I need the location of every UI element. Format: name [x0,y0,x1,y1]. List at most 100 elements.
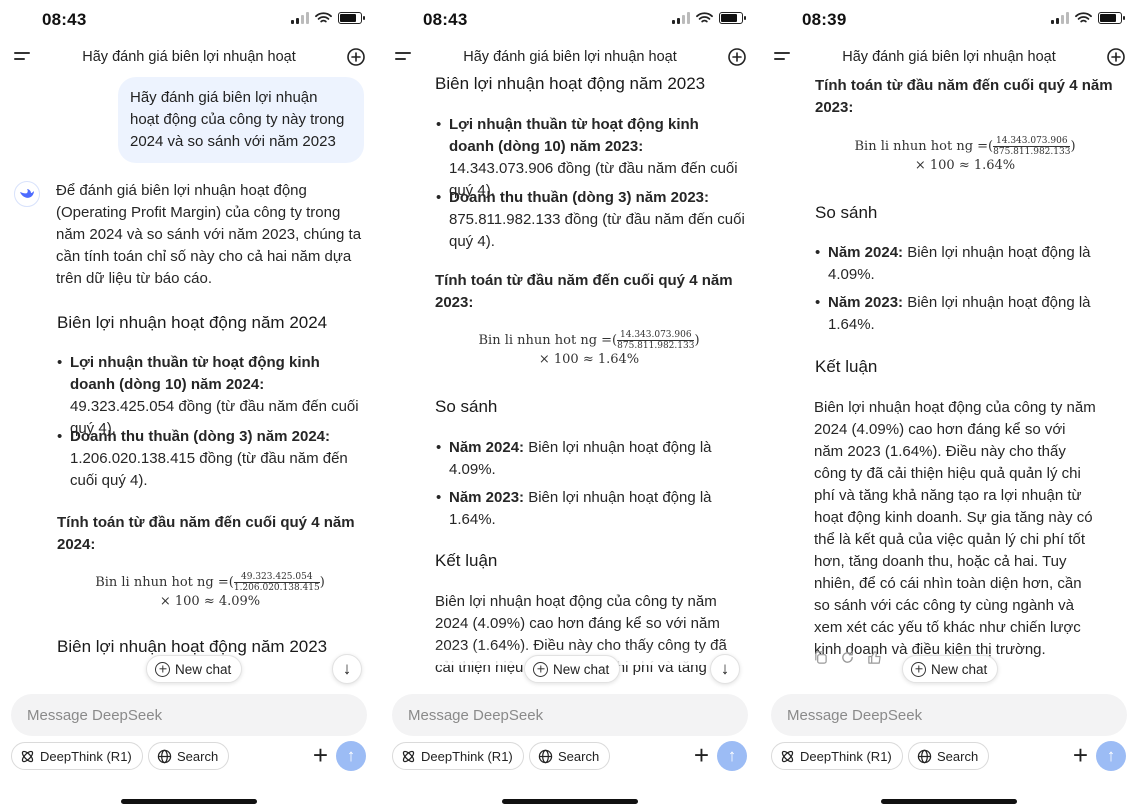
heading-2023: Biên lợi nhuận hoạt động năm 2023 [435,74,706,93]
deepseek-logo-icon [14,181,40,207]
phone-screen-2: 08:43 Hãy đánh giá biên lợi nhuận hoạt B… [381,0,759,804]
new-chat-button[interactable]: New chat [902,655,999,683]
plus-circle-icon [155,661,170,677]
phone-screen-1: 08:43 Hãy đánh giá biên lợi nhuận hoạt H… [0,0,378,804]
bullet-revenue-2023: • Doanh thu thuần (dòng 3) năm 2023: 875.… [436,189,745,250]
chat-content: Tính toán từ đầu năm đến cuối quý 4 năm … [760,72,1138,689]
chat-title: Hãy đánh giá biên lợi nhuận hoạt [463,49,677,65]
deepthink-label: DeepThink (R1) [800,748,892,764]
status-bar: 08:43 [381,8,759,32]
search-label: Search [558,748,600,764]
assistant-intro-text: Để đánh giá biên lợi nhuận hoạt động (Op… [56,182,362,287]
status-bar: 08:39 [760,8,1138,32]
message-input[interactable]: Message DeepSeek [392,694,748,736]
formula-label: Bin li nhun hot ng [95,575,214,590]
send-button[interactable]: ↑ [717,741,747,771]
status-icons [672,12,746,24]
heading-conclusion: Kết luận [435,551,498,570]
wifi-icon [315,12,332,23]
search-button[interactable]: Search [529,742,611,770]
new-chat-label: New chat [931,661,988,677]
formula-2023: Bin li nhun hot ng =(14.343.073.906 875.8… [815,136,1115,174]
status-time: 08:43 [42,10,87,29]
heading-compare: So sánh [815,203,878,222]
atom-icon [21,750,34,762]
menu-icon[interactable] [395,52,411,64]
bullet-value: 875.811.982.133 đồng (từ đầu năm đến cuố… [449,211,745,250]
new-chat-icon[interactable] [346,47,366,67]
formula-numerator: 14.343.073.906 [617,330,695,341]
globe-icon [157,749,172,763]
scroll-down-button[interactable]: ↓ [332,654,362,684]
message-input[interactable]: Message DeepSeek [11,694,367,736]
message-input[interactable]: Message DeepSeek [771,694,1127,736]
new-chat-button[interactable]: New chat [524,655,621,683]
status-icons [291,12,365,24]
new-chat-icon[interactable] [727,47,747,67]
menu-icon[interactable] [14,52,30,64]
composer-toolbar: DeepThink (R1) Search + ↑ [771,740,1126,772]
deepthink-button[interactable]: DeepThink (R1) [771,742,903,770]
heading-conclusion: Kết luận [815,357,878,376]
home-indicator [121,799,257,804]
battery-icon [719,12,746,24]
plus-circle-icon [533,661,548,677]
formula-label: Bin li nhun hot ng [478,333,598,348]
formula-label: Bin li nhun hot ng [854,139,974,154]
signal-icon [291,12,309,24]
search-button[interactable]: Search [148,742,230,770]
attach-plus-button[interactable]: + [694,742,709,768]
formula-denominator: 875.811.982.133 [617,341,695,351]
deepthink-label: DeepThink (R1) [421,748,513,764]
formula-result: × 100 ≈ 4.09% [159,594,261,609]
search-label: Search [937,748,979,764]
battery-icon [1098,12,1125,24]
deepthink-button[interactable]: DeepThink (R1) [392,742,524,770]
thumbs-up-icon[interactable] [866,649,883,666]
formula-2024: Bin li nhun hot ng =(49.323.425.054 1.206… [60,572,360,610]
send-button[interactable]: ↑ [1096,741,1126,771]
new-chat-button[interactable]: New chat [146,655,243,683]
calc-heading-2023: Tính toán từ đầu năm đến cuối quý 4 năm … [435,272,733,311]
new-chat-label: New chat [553,661,610,677]
formula-denominator: 1.206.020.138.415 [233,583,320,593]
menu-icon[interactable] [774,52,790,64]
formula-numerator: 49.323.425.054 [233,572,320,583]
home-indicator [881,799,1017,804]
attach-plus-button[interactable]: + [313,742,328,768]
heading-2024: Biên lợi nhuận hoạt động năm 2024 [57,313,328,332]
atom-icon [781,750,794,762]
status-bar: 08:43 [0,8,378,32]
bullet-bold-label: Doanh thu thuần (dòng 3) năm 2023: [449,189,710,206]
new-chat-label: New chat [175,661,232,677]
signal-icon [1051,12,1069,24]
calc-heading-2023: Tính toán từ đầu năm đến cuối quý 4 năm … [815,77,1113,116]
heading-compare: So sánh [435,397,498,416]
copy-icon[interactable] [812,649,829,666]
phone-screen-3: 08:39 Hãy đánh giá biên lợi nhuận hoạt T… [760,0,1138,804]
formula-result: × 100 ≈ 1.64% [914,158,1016,173]
scroll-down-button[interactable]: ↓ [710,654,740,684]
atom-icon [402,750,415,762]
send-button[interactable]: ↑ [336,741,366,771]
deepthink-button[interactable]: DeepThink (R1) [11,742,143,770]
chat-content: Biên lợi nhuận hoạt động năm 2023 • Lợi n… [381,72,759,689]
calc-heading-2024: Tính toán từ đầu năm đến cuối quý 4 năm … [57,514,355,553]
regenerate-icon[interactable] [839,649,856,666]
bullet-revenue-2024: • Doanh thu thuần (dòng 3) năm 2024: 1.20… [57,428,348,489]
attach-plus-button[interactable]: + [1073,742,1088,768]
new-chat-icon[interactable] [1106,47,1126,67]
top-bar: Hãy đánh giá biên lợi nhuận hoạt [0,44,378,72]
top-bar: Hãy đánh giá biên lợi nhuận hoạt [381,44,759,72]
bullet-compare-2023: • Năm 2023: Biên lợi nhuận hoạt động là 1… [436,489,712,528]
formula-result: × 100 ≈ 1.64% [538,352,640,367]
search-button[interactable]: Search [908,742,990,770]
composer-toolbar: DeepThink (R1) Search + ↑ [11,740,366,772]
user-message-bubble: Hãy đánh giá biên lợi nhuận hoạt động củ… [118,77,364,163]
composer-toolbar: DeepThink (R1) Search + ↑ [392,740,747,772]
deepthink-label: DeepThink (R1) [40,748,132,764]
bullet-bold-label: Năm 2023: [449,489,525,506]
globe-icon [538,749,553,763]
battery-icon [338,12,365,24]
globe-icon [917,749,932,763]
